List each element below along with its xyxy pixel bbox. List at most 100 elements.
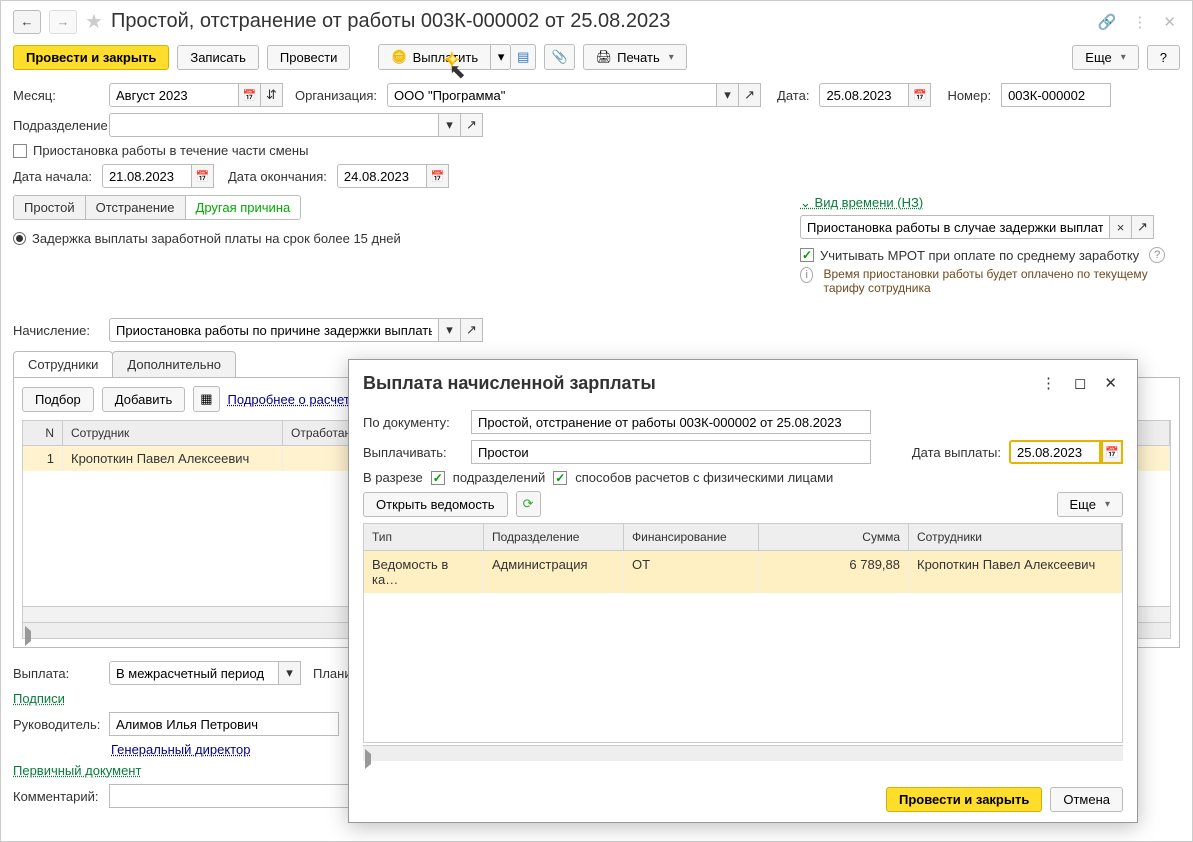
m-paydate-cal[interactable] [1101,440,1123,464]
page-title: Простой, отстранение от работы 003К-0000… [111,10,1086,33]
split-method-check[interactable] [553,471,567,485]
tab-suspend[interactable]: Отстранение [86,196,186,219]
modal-hscroll[interactable] [363,745,1123,761]
add-button[interactable]: Добавить [102,387,185,412]
date-cal[interactable] [909,83,931,107]
list-icon: ▤ [517,49,529,65]
post-close-button[interactable]: Провести и закрыть [13,45,169,70]
modal-title: Выплата начисленной зарплаты [363,373,1029,394]
sect-tab-employees[interactable]: Сотрудники [13,351,113,377]
modal-max-icon[interactable]: ◻ [1068,372,1092,394]
partshift-label: Приостановка работы в течение части смен… [33,143,308,158]
partshift-checkbox[interactable] [13,144,27,158]
help-button[interactable]: ? [1147,45,1180,70]
org-input[interactable] [387,83,717,107]
org-open[interactable]: ↗ [739,83,761,107]
comment-label: Комментарий: [13,789,103,804]
attach-button[interactable] [544,44,574,70]
dept-dd[interactable]: ▾ [439,113,461,137]
date-end-label: Дата окончания: [228,169,331,184]
payout-label: Выплата: [13,666,103,681]
col-n: N [23,421,63,445]
refresh-button[interactable]: ⟳ [516,491,541,517]
dept-open[interactable]: ↗ [461,113,483,137]
date-start-input[interactable] [102,164,192,188]
open-sheet-button[interactable]: Открыть ведомость [363,492,508,517]
menu-icon[interactable]: ⋮ [1128,13,1151,31]
accrual-open[interactable]: ↗ [461,318,483,342]
dept-input[interactable] [109,113,439,137]
calc-details-link[interactable]: Подробнее о расчете [228,392,357,407]
m-paywhat-input[interactable] [471,440,871,464]
payout-input[interactable] [109,661,279,685]
org-label: Организация: [295,88,381,103]
org-dd[interactable]: ▾ [717,83,739,107]
date-input[interactable] [819,83,909,107]
date-end-input[interactable] [337,164,427,188]
mrot-label: Учитывать МРОТ при оплате по среднему за… [820,248,1139,263]
mcol-sum: Сумма [759,524,909,550]
post-button[interactable]: Провести [267,45,351,70]
tab-other[interactable]: Другая причина [186,196,301,219]
accrual-dd[interactable]: ▾ [439,318,461,342]
mcol-type: Тип [364,524,484,550]
save-button[interactable]: Записать [177,45,259,70]
date-end-cal[interactable] [427,164,449,188]
nav-back[interactable]: ← [13,10,41,34]
fav-icon[interactable]: ★ [85,9,103,34]
modal-ok-button[interactable]: Провести и закрыть [886,787,1042,812]
info-icon: i [800,267,813,283]
clip-icon [551,49,567,65]
pay-modal: Выплата начисленной зарплаты ⋮ ◻ ✕ По до… [348,359,1138,823]
pay-button[interactable]: 🪙Выплатить [378,44,491,70]
m-doc-input[interactable] [471,410,871,434]
modal-cancel-button[interactable]: Отмена [1050,787,1123,812]
timetype-toggle[interactable]: ⌄ Вид времени (НЗ) [800,195,1180,211]
pay-list-button[interactable]: ▤ [511,44,536,70]
primary-doc-link[interactable]: Первичный документ [13,763,141,778]
date-start-cal[interactable] [192,164,214,188]
timetype-input[interactable] [800,215,1110,239]
month-spin[interactable]: ⇵ [261,83,283,107]
signs-link[interactable]: Подписи [13,691,65,706]
nav-fwd[interactable]: → [49,10,77,34]
mrot-checkbox[interactable] [800,248,814,262]
mgr-pos-link[interactable]: Генеральный директор [111,742,250,757]
mcol-emp: Сотрудники [909,524,1122,550]
tab-simple[interactable]: Простой [14,196,86,219]
reason-radio[interactable] [13,232,26,245]
month-label: Месяц: [13,88,103,103]
more-button[interactable]: Еще [1072,45,1138,70]
split-dept-label: подразделений [453,470,545,485]
mgr-input[interactable] [109,712,339,736]
modal-grid[interactable]: Тип Подразделение Финансирование Сумма С… [363,523,1123,743]
m-paywhat-label: Выплачивать: [363,445,463,460]
month-cal-icon[interactable] [239,83,261,107]
pay-dropdown[interactable]: ▾ [491,44,511,70]
printer-icon [596,49,613,65]
modal-close-icon[interactable]: ✕ [1098,372,1123,394]
print-button[interactable]: Печать [583,44,687,70]
modal-more-button[interactable]: Еще [1057,492,1123,517]
help-icon[interactable]: ? [1149,247,1165,263]
date-start-label: Дата начала: [13,169,96,184]
close-icon[interactable]: ✕ [1159,13,1180,31]
sect-tab-more[interactable]: Дополнительно [112,351,236,377]
m-paydate-input[interactable] [1009,440,1101,464]
reason-label: Задержка выплаты заработной платы на сро… [32,231,401,246]
split-method-label: способов расчетов с физическими лицами [575,470,833,485]
timetype-clear[interactable]: × [1110,215,1132,239]
mgr-label: Руководитель: [13,717,103,732]
accrual-input[interactable] [109,318,439,342]
month-input[interactable] [109,83,239,107]
num-input[interactable] [1001,83,1111,107]
modal-menu-icon[interactable]: ⋮ [1035,372,1062,394]
grid-options[interactable]: ▦ [193,386,219,412]
mcol-fin: Финансирование [624,524,759,550]
timetype-open[interactable]: ↗ [1132,215,1154,239]
split-dept-check[interactable] [431,471,445,485]
payout-dd[interactable]: ▾ [279,661,301,685]
modal-table-row[interactable]: Ведомость в ка… Администрация ОТ 6 789,8… [364,551,1122,593]
select-button[interactable]: Подбор [22,387,94,412]
link-icon[interactable]: 🔗 [1094,13,1121,31]
